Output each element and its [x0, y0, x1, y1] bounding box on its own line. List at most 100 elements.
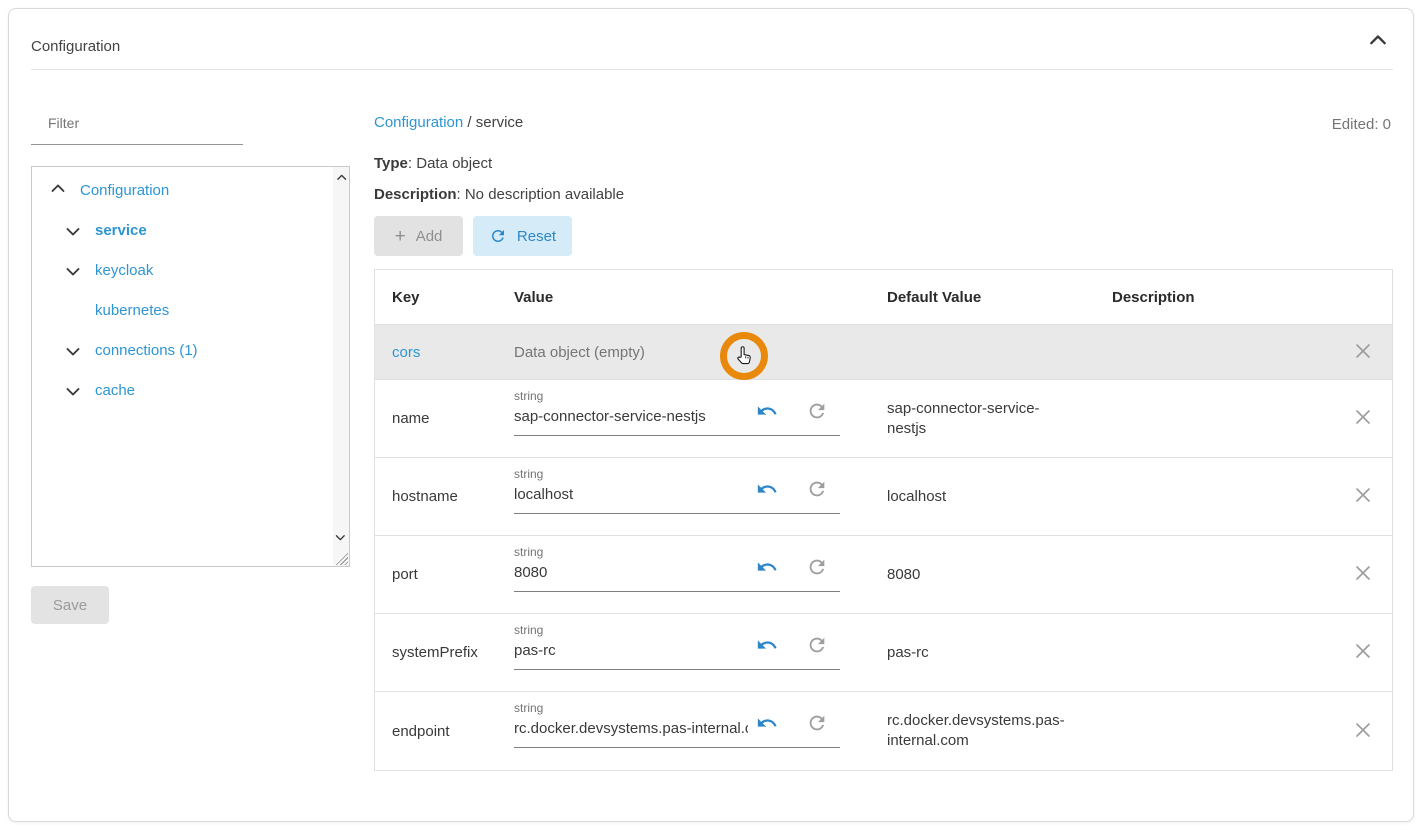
header-key: Key	[375, 270, 514, 324]
value-input[interactable]	[514, 718, 748, 738]
row-default-value: 8080	[887, 565, 920, 585]
hand-cursor-icon	[732, 344, 756, 368]
type-value: : Data object	[408, 155, 492, 172]
close-icon	[1353, 341, 1373, 361]
collapse-panel-button[interactable]	[1367, 31, 1389, 53]
tree-item-label[interactable]: keycloak	[95, 262, 153, 279]
chevron-down-icon[interactable]	[64, 341, 82, 359]
configuration-tree: Configuration service keycloak kubernete…	[32, 170, 332, 410]
cors-link[interactable]: cors	[392, 344, 420, 361]
refresh-button[interactable]	[806, 556, 828, 578]
delete-button[interactable]	[1351, 407, 1375, 431]
chevron-down-icon[interactable]	[64, 261, 82, 279]
add-button[interactable]: + Add	[374, 216, 463, 256]
value-input[interactable]	[514, 562, 748, 582]
breadcrumb-separator: /	[463, 114, 476, 131]
table-row: port string 8080	[375, 536, 1392, 614]
refresh-button[interactable]	[806, 400, 828, 422]
row-key: endpoint	[392, 723, 450, 740]
value-editor: string	[514, 468, 840, 514]
undo-icon	[756, 556, 778, 578]
delete-button[interactable]	[1351, 719, 1375, 743]
tree-item[interactable]: service	[32, 210, 332, 250]
breadcrumb-parent-link[interactable]: Configuration	[374, 114, 463, 131]
refresh-button[interactable]	[806, 478, 828, 500]
breadcrumb: Configuration / service	[374, 114, 523, 131]
table-row-cors[interactable]: cors Data object (empty)	[375, 325, 1392, 380]
value-input[interactable]	[514, 484, 748, 504]
tree-item-label[interactable]: service	[95, 222, 147, 239]
row-default-value: sap-connector-service-nestjs	[887, 399, 1067, 439]
tree-item[interactable]: Configuration	[32, 170, 332, 210]
row-default-value: pas-rc	[887, 643, 929, 663]
value-type-label: string	[514, 546, 748, 558]
scroll-down-icon[interactable]	[334, 530, 348, 544]
close-icon	[1353, 407, 1373, 427]
refresh-icon	[806, 634, 828, 656]
click-annotation-ring	[720, 332, 768, 380]
refresh-icon	[806, 400, 828, 422]
refresh-button[interactable]	[806, 712, 828, 734]
header-description: Description	[1095, 270, 1332, 324]
tree-item-label[interactable]: cache	[95, 382, 135, 399]
description-value: : No description available	[457, 186, 625, 203]
value-editor: string	[514, 702, 840, 748]
delete-button[interactable]	[1351, 641, 1375, 665]
value-editor: string	[514, 624, 840, 670]
value-type-label: string	[514, 390, 748, 402]
refresh-icon	[806, 556, 828, 578]
undo-icon	[756, 400, 778, 422]
table-row: endpoint string rc.docker.devsystems.pas…	[375, 692, 1392, 770]
undo-icon	[756, 634, 778, 656]
undo-icon	[756, 712, 778, 734]
tree-item[interactable]: kubernetes	[32, 290, 332, 330]
scroll-up-icon[interactable]	[334, 171, 348, 185]
value-type-label: string	[514, 702, 748, 714]
reset-button[interactable]: Reset	[473, 216, 572, 256]
undo-icon	[756, 478, 778, 500]
configuration-tree-panel: Configuration service keycloak kubernete…	[31, 166, 350, 567]
type-line: Type: Data object	[374, 155, 492, 172]
filter-input[interactable]	[31, 105, 243, 145]
undo-button[interactable]	[756, 556, 778, 578]
header-value: Value	[514, 270, 870, 324]
delete-button[interactable]	[1351, 340, 1375, 364]
delete-button[interactable]	[1351, 563, 1375, 587]
value-editor: string	[514, 546, 840, 592]
value-input[interactable]	[514, 640, 748, 660]
undo-button[interactable]	[756, 712, 778, 734]
description-line: Description: No description available	[374, 186, 624, 203]
page-title: Configuration	[31, 38, 120, 55]
tree-item[interactable]: cache	[32, 370, 332, 410]
row-key: port	[392, 566, 418, 583]
tree-item-label[interactable]: kubernetes	[95, 302, 169, 319]
value-input[interactable]	[514, 406, 748, 426]
table-header-row: Key Value Default Value Description	[375, 270, 1392, 325]
close-icon	[1353, 641, 1373, 661]
tree-scrollbar[interactable]	[333, 167, 349, 566]
undo-button[interactable]	[756, 400, 778, 422]
close-icon	[1353, 485, 1373, 505]
header-divider	[31, 69, 1393, 70]
tree-item-label[interactable]: connections (1)	[95, 342, 198, 359]
undo-button[interactable]	[756, 478, 778, 500]
close-icon	[1353, 563, 1373, 583]
tree-item[interactable]: connections (1)	[32, 330, 332, 370]
reset-button-label: Reset	[517, 228, 556, 245]
table-row: systemPrefix string pas-rc	[375, 614, 1392, 692]
undo-button[interactable]	[756, 634, 778, 656]
chevron-up-icon	[1367, 31, 1389, 53]
delete-button[interactable]	[1351, 485, 1375, 509]
tree-item[interactable]: keycloak	[32, 250, 332, 290]
refresh-button[interactable]	[806, 634, 828, 656]
value-type-label: string	[514, 468, 748, 480]
chevron-down-icon[interactable]	[64, 381, 82, 399]
chevron-up-icon[interactable]	[49, 181, 67, 199]
tree-item-label[interactable]: Configuration	[80, 182, 169, 199]
value-type-label: string	[514, 624, 748, 636]
save-button[interactable]: Save	[31, 586, 109, 624]
value-editor: string	[514, 390, 840, 436]
chevron-down-icon[interactable]	[64, 221, 82, 239]
description-label: Description	[374, 186, 457, 203]
actions-bar: + Add Reset	[374, 216, 572, 256]
